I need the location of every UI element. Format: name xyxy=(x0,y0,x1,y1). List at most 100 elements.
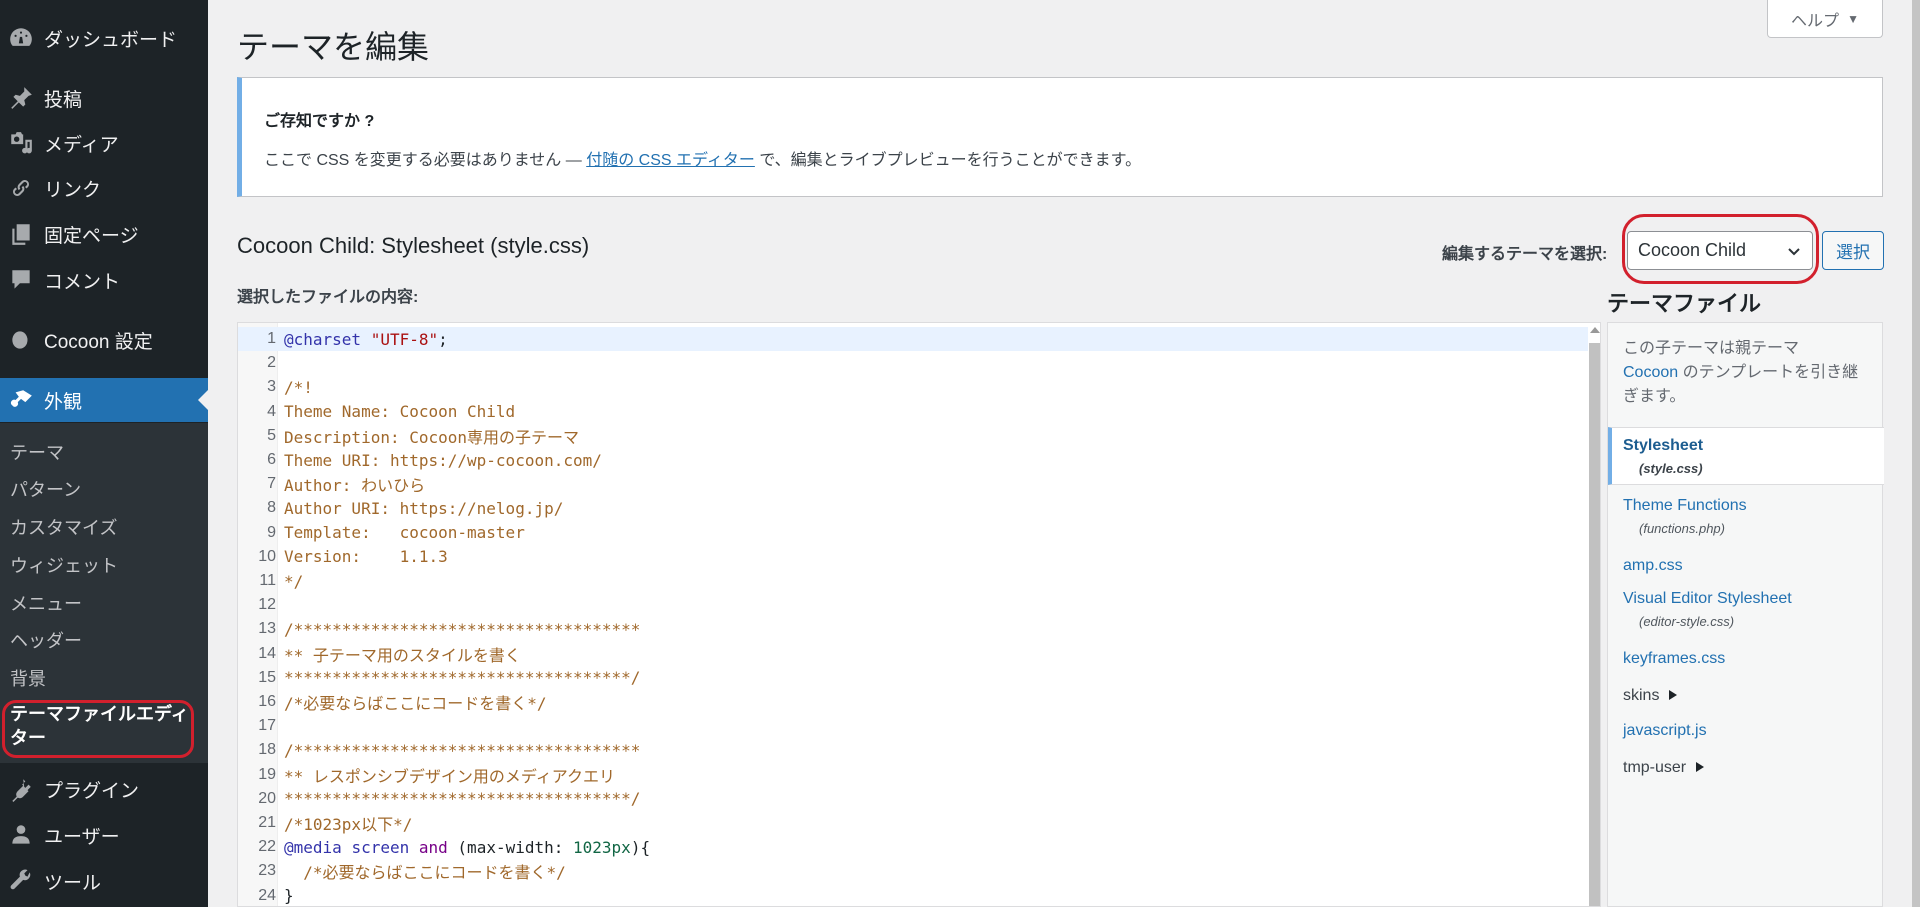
help-tab-button[interactable]: ヘルプ ▼ xyxy=(1767,0,1883,38)
code-text: ************************************/ xyxy=(284,668,641,688)
submenu-item-background[interactable]: 背景 xyxy=(10,665,46,691)
code-line[interactable]: 8 Author URI: https://nelog.jp/ xyxy=(238,496,1588,520)
code-line[interactable]: 24} xyxy=(238,884,1588,906)
sidebar-item-media[interactable]: メディア xyxy=(0,121,208,165)
file-item-visual-editor-stylesheet[interactable]: Visual Editor Stylesheet (editor-style.c… xyxy=(1608,590,1884,629)
window-scrollbar[interactable] xyxy=(1912,0,1920,907)
code-line[interactable]: 5 Description: Cocoon専用の子テーマ xyxy=(238,424,1588,448)
code-line[interactable]: 10 Version: 1.1.3 xyxy=(238,545,1588,569)
sidebar-item-plugins[interactable]: プラグイン xyxy=(0,767,208,811)
editor-scroll-thumb[interactable] xyxy=(1589,343,1600,906)
code-line[interactable]: 6 Theme URI: https://wp-cocoon.com/ xyxy=(238,448,1588,472)
code-text: ** レスポンシブデザイン用のメディアクエリ xyxy=(284,766,615,786)
file-path: (functions.php) xyxy=(1639,521,1725,536)
file-name: javascript.js xyxy=(1623,722,1707,739)
code-line[interactable]: 12 xyxy=(238,593,1588,617)
code-line[interactable]: 20 ************************************/ xyxy=(238,787,1588,811)
code-text: /*必要ならばここにコードを書く*/ xyxy=(284,694,547,713)
file-name: Stylesheet xyxy=(1623,437,1704,454)
parent-theme-link[interactable]: Cocoon xyxy=(1623,364,1678,381)
line-number: 14 xyxy=(258,644,276,662)
sidebar-item-dashboard[interactable]: ダッシュボード xyxy=(0,16,208,60)
file-path: (style.css) xyxy=(1639,461,1703,476)
theme-select-dropdown[interactable]: Cocoon Child xyxy=(1627,231,1813,270)
code-line[interactable]: 17 xyxy=(238,714,1588,738)
line-number: 2 xyxy=(267,354,276,372)
sidebar-item-cocoon-settings[interactable]: Cocoon 設定 xyxy=(0,318,208,362)
submenu-item-header[interactable]: ヘッダー xyxy=(10,627,82,653)
folder-name: skins xyxy=(1623,687,1660,704)
submenu-item-widgets[interactable]: ウィジェット xyxy=(10,552,118,578)
line-number: 9 xyxy=(267,523,276,541)
code-line[interactable]: 13 /************************************ xyxy=(238,617,1588,641)
file-item-stylesheet[interactable]: Stylesheet (style.css) xyxy=(1608,427,1884,485)
sidebar-item-comments[interactable]: コメント xyxy=(0,258,208,302)
theme-files-heading: テーマファイル xyxy=(1607,291,1762,316)
select-theme-button[interactable]: 選択 xyxy=(1822,231,1884,270)
code-text: /************************************ xyxy=(284,619,641,639)
submenu-item-themes[interactable]: テーマ xyxy=(10,439,64,465)
file-item-amp-css[interactable]: amp.css xyxy=(1608,557,1884,575)
code-line[interactable]: 23 /*必要ならばここにコードを書く*/ xyxy=(238,859,1588,883)
media-icon xyxy=(4,126,38,160)
code-line[interactable]: 9 Template: cocoon-master xyxy=(238,521,1588,545)
theme-select-value: Cocoon Child xyxy=(1638,240,1747,260)
wrench-icon xyxy=(4,864,38,898)
code-line[interactable]: 2 xyxy=(238,351,1588,375)
sidebar-item-label: ユーザー xyxy=(44,826,120,848)
sidebar-item-appearance[interactable]: 外観 xyxy=(0,378,208,422)
code-text: } xyxy=(284,886,294,906)
submenu-item-customize[interactable]: カスタマイズ xyxy=(10,514,117,540)
sidebar-item-tools[interactable]: ツール xyxy=(0,859,208,903)
code-text: Theme Name: Cocoon Child xyxy=(284,402,516,422)
user-icon xyxy=(4,818,38,852)
code-line[interactable]: 19 ** レスポンシブデザイン用のメディアクエリ xyxy=(238,763,1588,787)
scroll-up-arrow-icon[interactable] xyxy=(1590,327,1600,333)
code-line[interactable]: 11 */ xyxy=(238,569,1588,593)
page-title: テーマを編集 xyxy=(237,29,430,65)
plugin-icon xyxy=(4,772,38,806)
sidebar-item-users[interactable]: ユーザー xyxy=(0,813,208,857)
code-line[interactable]: 22 @media screen and (max-width: 1023px){ xyxy=(238,835,1588,859)
sidebar-item-label: ダッシュボード xyxy=(44,29,178,51)
line-number: 13 xyxy=(258,620,276,638)
code-line[interactable]: 15 ************************************/ xyxy=(238,666,1588,690)
sidebar-item-links[interactable]: リンク xyxy=(0,166,208,210)
line-number: 16 xyxy=(258,693,276,710)
code-line[interactable]: 16 /*必要ならばここにコードを書く*/ xyxy=(238,690,1588,714)
submenu-item-theme-file-editor[interactable]: テーマファイルエディター xyxy=(10,702,190,750)
line-number: 18 xyxy=(258,741,276,759)
file-item-theme-functions[interactable]: Theme Functions (functions.php) xyxy=(1608,497,1884,536)
code-line[interactable]: 21 /*1023px以下*/ xyxy=(238,811,1588,835)
line-number: 20 xyxy=(258,789,276,807)
file-item-javascript-js[interactable]: javascript.js xyxy=(1608,722,1884,740)
code-text: Description: Cocoon専用の子テーマ xyxy=(284,427,580,447)
code-line[interactable]: 18 /************************************ xyxy=(238,738,1588,762)
line-number: 7 xyxy=(267,475,276,493)
theme-files-panel: この子テーマは親テーマ Cocoon のテンプレートを引き継ぎます。 Style… xyxy=(1607,322,1884,907)
code-line[interactable]: 14 ** 子テーマ用のスタイルを書く xyxy=(238,642,1588,666)
folder-item-skins[interactable]: skins xyxy=(1608,687,1884,705)
file-path: (editor-style.css) xyxy=(1639,614,1735,629)
css-editor-link[interactable]: 付随の CSS エディター xyxy=(586,152,755,169)
sidebar-item-label: 固定ページ xyxy=(44,225,139,247)
code-line[interactable]: 7 Author: わいひら xyxy=(238,472,1588,496)
submenu-item-patterns[interactable]: パターン xyxy=(10,476,81,502)
file-item-keyframes-css[interactable]: keyframes.css xyxy=(1608,650,1884,668)
folder-item-tmp-user[interactable]: tmp-user xyxy=(1608,759,1884,777)
sidebar-item-label: 外観 xyxy=(44,391,83,413)
editor-scrollbar[interactable] xyxy=(1588,323,1600,906)
submenu-item-menus[interactable]: メニュー xyxy=(10,590,82,616)
file-heading: Cocoon Child: Stylesheet (style.css) xyxy=(237,233,590,258)
notice-text: で、編集とライブプレビューを行うことができます。 xyxy=(754,152,1142,169)
code-line[interactable]: 1 @charset "UTF-8"; xyxy=(238,327,1588,351)
line-number: 23 xyxy=(258,862,276,880)
code-line[interactable]: 4 Theme Name: Cocoon Child xyxy=(238,400,1588,424)
file-name: keyframes.css xyxy=(1623,650,1726,667)
code-editor[interactable]: 1 @charset "UTF-8"; 2 3/*! 4 Theme Name: Coco… xyxy=(237,322,1601,907)
sidebar-item-pages[interactable]: 固定ページ xyxy=(0,212,208,256)
sidebar-item-posts[interactable]: 投稿 xyxy=(0,76,208,120)
triangle-right-icon xyxy=(1669,690,1678,700)
code-line[interactable]: 3 /*! xyxy=(238,375,1588,399)
chevron-down-icon xyxy=(1788,248,1800,256)
